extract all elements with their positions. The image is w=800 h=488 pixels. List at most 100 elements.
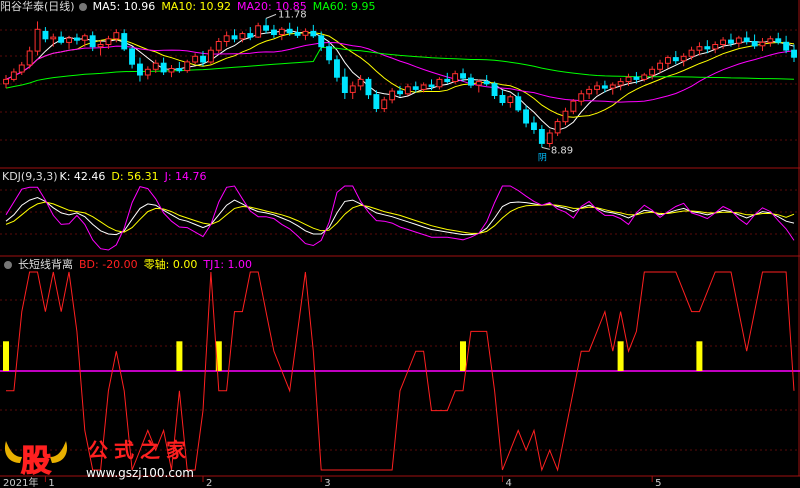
- candle-body: [657, 62, 663, 70]
- candle-body: [239, 33, 246, 40]
- signal-bar: [617, 341, 624, 371]
- candle-body: [223, 35, 230, 42]
- candle-body: [570, 100, 577, 112]
- watermark-url: www.gszj100.com: [86, 466, 194, 480]
- candle-body: [50, 36, 57, 40]
- candle-body: [475, 81, 482, 86]
- candle-body: [255, 25, 262, 38]
- candle-body: [728, 39, 734, 44]
- watermark-text: 公式之家: [88, 438, 192, 462]
- candle-body: [617, 81, 624, 86]
- watermark: 股 公式之家 www.gszj100.com: [4, 438, 194, 480]
- ma60-label: MA60: 9.95: [312, 0, 376, 13]
- candle-body: [404, 86, 411, 95]
- candle-body: [176, 68, 183, 72]
- candle-body: [278, 28, 285, 35]
- x-tick-label: 3: [324, 478, 330, 488]
- candle-body: [735, 37, 742, 44]
- candle-body: [26, 50, 33, 66]
- candle-body: [625, 76, 632, 83]
- candle-body: [499, 95, 506, 103]
- candle-body: [247, 33, 254, 38]
- candle-body: [601, 85, 608, 89]
- candle-body: [34, 28, 41, 52]
- candle-body: [207, 49, 214, 63]
- candle-body: [578, 93, 585, 102]
- settings-dot-icon[interactable]: [78, 3, 87, 11]
- bd-label: BD: -20.00: [79, 258, 138, 271]
- candle-body: [144, 68, 151, 76]
- indicator-settings-dot-icon[interactable]: [4, 261, 12, 269]
- candle-body: [389, 90, 396, 101]
- candle-body: [704, 46, 711, 50]
- kdj-panel-header: KDJ(9,3,3) K: 42.46 D: 56.31 J: 14.76: [0, 170, 213, 184]
- x-tick-label: 4: [505, 478, 511, 488]
- candle-body: [444, 78, 451, 83]
- candle-body: [507, 96, 514, 104]
- low-marker-line: [541, 146, 550, 150]
- ma20-label: MA20: 10.85: [237, 0, 307, 13]
- candle-body: [554, 121, 561, 134]
- low-price-label: 8.89: [551, 145, 573, 156]
- signal-bar: [3, 341, 9, 371]
- candle-body: [712, 44, 719, 50]
- candle-body: [523, 109, 529, 124]
- ma5-label: MA5: 10.96: [92, 0, 156, 13]
- candle-body: [168, 68, 175, 73]
- stock-title: 阳谷华泰(日线): [0, 0, 75, 13]
- candle-body: [326, 46, 333, 61]
- candle-body: [58, 36, 65, 43]
- candle-body: [310, 30, 317, 37]
- candle-body: [381, 99, 388, 110]
- watermark-glyph: 股: [21, 444, 51, 479]
- candle-body: [302, 30, 309, 36]
- candle-body: [491, 83, 498, 96]
- candle-body: [263, 25, 270, 31]
- indicator-panel-header: 长短线背离 BD: -20.00 零轴: 0.00 TJ1: 1.00: [0, 258, 258, 272]
- kdj-title: KDJ(9,3,3): [2, 170, 58, 183]
- candle-body: [633, 76, 640, 80]
- kdj-k-label: K: 42.46: [59, 170, 106, 183]
- stock-chart: 11.788.89阴2021年 1 2 3 4 5: [0, 0, 800, 488]
- low-badge: 阴: [538, 152, 547, 163]
- candle-body: [318, 35, 325, 48]
- candle-body: [66, 37, 72, 43]
- signal-bar: [696, 341, 703, 371]
- candle-body: [436, 78, 443, 88]
- candle-body: [483, 81, 490, 85]
- candle-body: [81, 35, 88, 41]
- candle-body: [271, 29, 277, 36]
- kdj-d-label: D: 56.31: [111, 170, 159, 183]
- candle-body: [609, 84, 616, 89]
- candle-body: [594, 85, 600, 90]
- candle-body: [743, 37, 750, 42]
- kdj-j-label: J: 14.76: [164, 170, 207, 183]
- candle-body: [775, 38, 782, 43]
- candle-body: [649, 68, 656, 76]
- candle-body: [641, 74, 648, 80]
- candle-body: [365, 78, 372, 96]
- candle-body: [113, 32, 120, 40]
- candle-body: [231, 35, 238, 40]
- candle-body: [3, 78, 9, 85]
- candle-body: [397, 90, 404, 95]
- candle-body: [452, 73, 459, 82]
- candle-body: [137, 63, 143, 76]
- candle-body: [586, 88, 593, 95]
- tj1-label: TJ1: 1.00: [203, 258, 253, 271]
- candle-body: [515, 96, 522, 111]
- candle-body: [783, 41, 790, 51]
- candle-body: [420, 84, 427, 90]
- candle-body: [373, 94, 380, 109]
- candle-body: [215, 41, 222, 51]
- indicator-title: 长短线背离: [18, 258, 73, 271]
- candle-body: [97, 44, 104, 48]
- candle-body: [18, 64, 25, 73]
- candle-body: [546, 132, 553, 144]
- candle-body: [538, 129, 545, 144]
- x-tick-label: 5: [655, 478, 661, 488]
- candle-body: [184, 61, 191, 72]
- candle-body: [468, 77, 474, 86]
- kdj-j-line: [5, 185, 795, 251]
- candle-body: [531, 122, 537, 130]
